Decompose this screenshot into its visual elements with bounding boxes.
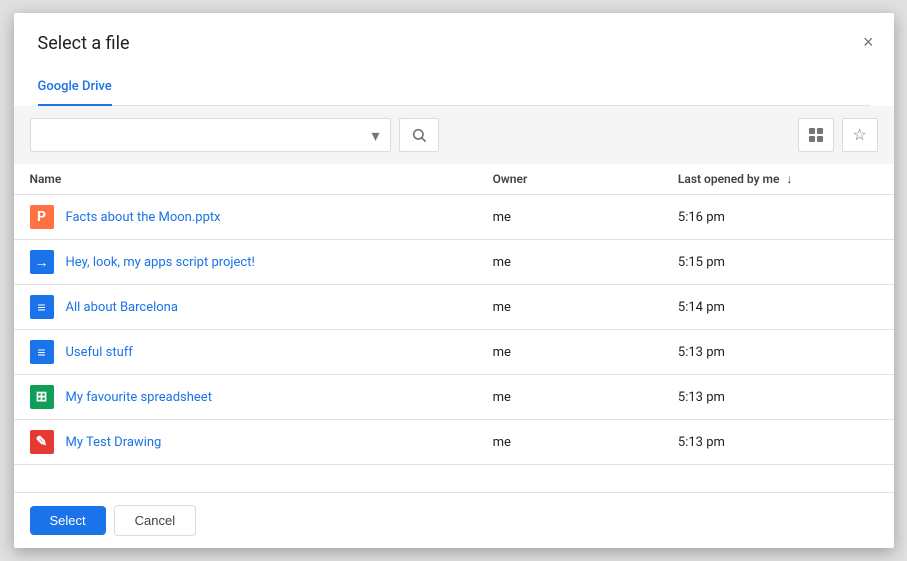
file-name-link[interactable]: My favourite spreadsheet <box>66 390 212 405</box>
sort-arrow-icon: ↓ <box>786 172 792 186</box>
column-header-name: Name <box>14 164 477 195</box>
file-name-cell: ≡ Useful stuff <box>14 330 477 375</box>
cancel-button[interactable]: Cancel <box>114 505 196 536</box>
file-name-link[interactable]: All about Barcelona <box>66 300 178 315</box>
column-header-owner: Owner <box>477 164 662 195</box>
search-wrapper: ▾ <box>30 118 391 152</box>
file-table-body: P Facts about the Moon.pptx me 5:16 pm →… <box>14 195 894 465</box>
table-row[interactable]: ≡ All about Barcelona me 5:14 pm <box>14 285 894 330</box>
file-name-cell: ⊞ My favourite spreadsheet <box>14 375 477 420</box>
file-list-container: Name Owner Last opened by me ↓ P Facts a… <box>14 164 894 492</box>
select-file-dialog: Select a file × Google Drive ▾ ☆ <box>14 13 894 548</box>
file-owner-cell: me <box>477 240 662 285</box>
file-time-cell: 5:15 pm <box>662 240 894 285</box>
file-owner-cell: me <box>477 285 662 330</box>
dialog-footer: Select Cancel <box>14 492 894 548</box>
file-name-link[interactable]: Hey, look, my apps script project! <box>66 255 255 270</box>
script-icon: → <box>30 250 54 274</box>
pptx-icon: P <box>30 205 54 229</box>
file-time-cell: 5:13 pm <box>662 330 894 375</box>
table-row[interactable]: ≡ Useful stuff me 5:13 pm <box>14 330 894 375</box>
file-owner-cell: me <box>477 330 662 375</box>
file-time-cell: 5:13 pm <box>662 375 894 420</box>
file-name-cell: ≡ All about Barcelona <box>14 285 477 330</box>
select-button[interactable]: Select <box>30 506 106 535</box>
table-header: Name Owner Last opened by me ↓ <box>14 164 894 195</box>
table-row[interactable]: ✎ My Test Drawing me 5:13 pm <box>14 420 894 465</box>
dialog-title: Select a file <box>38 33 870 54</box>
tab-google-drive[interactable]: Google Drive <box>38 69 112 106</box>
search-icon <box>411 127 427 143</box>
file-owner-cell: me <box>477 375 662 420</box>
doc-icon: ≡ <box>30 340 54 364</box>
dropdown-arrow-icon[interactable]: ▾ <box>369 126 381 145</box>
table-row[interactable]: P Facts about the Moon.pptx me 5:16 pm <box>14 195 894 240</box>
dialog-header: Select a file × Google Drive <box>14 13 894 106</box>
sheets-icon: ⊞ <box>30 385 54 409</box>
grid-icon <box>809 128 823 142</box>
file-owner-cell: me <box>477 195 662 240</box>
doc-icon: ≡ <box>30 295 54 319</box>
file-time-cell: 5:13 pm <box>662 420 894 465</box>
file-name-link[interactable]: Useful stuff <box>66 345 133 360</box>
file-name-cell: P Facts about the Moon.pptx <box>14 195 477 240</box>
file-name-link[interactable]: My Test Drawing <box>66 435 162 450</box>
close-button[interactable]: × <box>859 29 878 55</box>
column-header-last-opened[interactable]: Last opened by me ↓ <box>662 164 894 195</box>
file-time-cell: 5:14 pm <box>662 285 894 330</box>
grid-view-button[interactable] <box>798 118 834 152</box>
search-button[interactable] <box>399 118 439 152</box>
file-table: Name Owner Last opened by me ↓ P Facts a… <box>14 164 894 465</box>
table-row[interactable]: ⊞ My favourite spreadsheet me 5:13 pm <box>14 375 894 420</box>
table-row[interactable]: → Hey, look, my apps script project! me … <box>14 240 894 285</box>
star-icon: ☆ <box>852 125 866 145</box>
star-view-button[interactable]: ☆ <box>842 118 878 152</box>
toolbar: ▾ ☆ <box>14 106 894 164</box>
tabs-bar: Google Drive <box>38 68 870 106</box>
file-name-cell: ✎ My Test Drawing <box>14 420 477 465</box>
file-time-cell: 5:16 pm <box>662 195 894 240</box>
file-name-link[interactable]: Facts about the Moon.pptx <box>66 210 221 225</box>
drawing-icon: ✎ <box>30 430 54 454</box>
file-owner-cell: me <box>477 420 662 465</box>
file-name-cell: → Hey, look, my apps script project! <box>14 240 477 285</box>
search-input[interactable] <box>39 119 370 151</box>
